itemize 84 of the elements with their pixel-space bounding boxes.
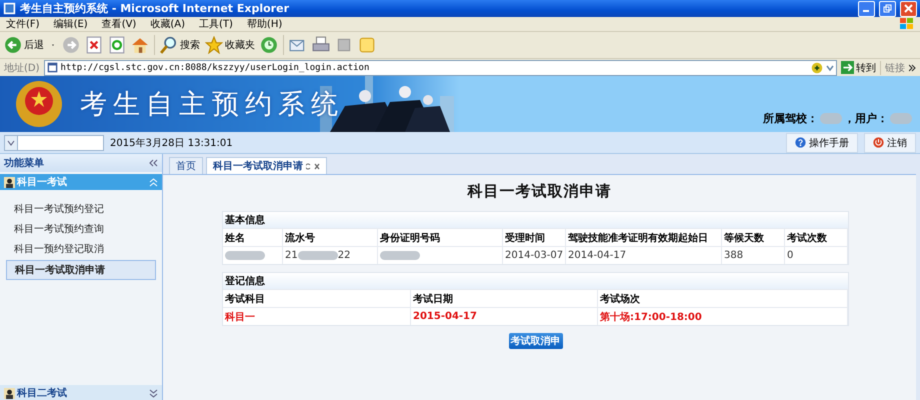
sidebar-item[interactable]: 科目一考试预约登记 [6,200,156,218]
plus-icon[interactable] [811,62,823,74]
menu-item[interactable]: 文件(F) [6,17,40,31]
blurred-redaction [225,251,265,260]
dropdown-field[interactable] [4,134,104,150]
column-header: 姓名 [223,229,283,246]
power-icon [873,137,884,148]
collapse-icon[interactable] [149,159,158,167]
table-cell: 21 [285,250,298,261]
search-button[interactable]: 搜索 [160,36,200,54]
menu-item[interactable]: 编辑(E) [54,17,88,31]
column-header: 考试次数 [785,229,848,246]
address-field[interactable]: http://cgsl.stc.gov.cn:8088/kszzyy/userLogin_login.action [44,60,837,76]
system-title: 考生自主预约系统 [80,88,344,122]
section-title: 登记信息 [223,273,848,289]
restore-button[interactable] [879,0,896,16]
table-cell: 22 [338,250,350,261]
links-label[interactable]: 链接 [885,60,905,74]
refresh-icon[interactable] [108,36,126,54]
column-header: 等候天数 [722,229,785,246]
menu-item[interactable]: 工具(T) [199,17,233,31]
stop-icon[interactable] [85,36,103,54]
column-header: 受理时间 [503,229,566,246]
menu-item[interactable]: 帮助(H) [246,17,282,31]
blurred-redaction [298,251,338,260]
app-icon [3,2,16,15]
expand-icon[interactable] [149,388,158,398]
blurred-redaction [380,251,420,260]
person-icon [4,388,15,398]
column-header: 考试日期 [411,290,598,307]
back-button[interactable]: 后退 [4,36,44,54]
star-icon [205,36,223,54]
blurred-redaction [890,113,912,124]
emblem-icon [14,79,64,129]
home-icon[interactable] [131,36,149,54]
person-icon [4,176,15,188]
windows-flag-icon [900,18,914,30]
table-cell: 2015-04-17 [413,311,477,322]
table-cell: 0 [787,250,794,261]
favorites-button[interactable]: 收藏夹 [205,36,255,54]
menu-group-header[interactable]: 科目二考试 [0,385,162,400]
address-label: 地址(D) [4,62,40,74]
school-label: 所属驾校： [763,111,818,126]
menu-item[interactable]: 查看(V) [102,17,136,31]
restore-icon [883,4,892,13]
edit-icon[interactable] [335,36,353,54]
help-button[interactable]: 操作手册 [786,132,858,152]
close-icon [904,4,913,13]
table-cell: 2014-04-17 [568,250,626,261]
blurred-redaction [820,113,842,124]
tab[interactable]: 首页 [169,157,203,174]
table-cell: 388 [724,250,744,261]
sidebar-item[interactable]: 科目一考试预约查询 [6,220,156,238]
column-header: 身份证明号码 [378,229,503,246]
history-icon[interactable] [260,36,278,54]
column-header: 考试场次 [598,290,848,307]
column-header: 驾驶技能准考证明有效期起始日 [566,229,722,246]
printer-icon[interactable] [312,36,330,54]
sidebar-item[interactable]: 科目一考试取消申请 [6,260,156,280]
column-header: 考试科目 [223,290,411,307]
chevron-icon[interactable] [909,64,916,72]
cancel-request-button[interactable]: 考试取消申 [508,333,562,349]
window-title: 考生自主预约系统 - Microsoft Internet Explorer [20,1,290,16]
column-header: 流水号 [283,229,378,246]
form-title: 科目一考试取消申请 [468,182,612,201]
logout-button[interactable]: 注销 [864,132,916,152]
sidebar-item[interactable]: 科目一预约登记取消 [6,240,156,258]
go-button[interactable]: 转到 [841,60,876,74]
user-label: ，用户： [844,111,888,126]
close-button[interactable] [900,0,917,16]
minimize-button[interactable] [858,0,875,16]
page-icon [46,62,58,73]
section-title: 基本信息 [223,212,848,228]
refresh-close-icon[interactable] [306,162,320,170]
help-icon [795,137,806,148]
table-cell: 2014-03-07 [505,250,564,261]
search-icon [160,36,178,54]
sidebar-title: 功能菜单 [4,156,44,170]
tab[interactable]: 科目一考试取消申请 [206,157,327,174]
arrow-icon [841,61,854,74]
menu-item[interactable]: 收藏(A) [150,17,185,31]
datetime-label: 2015年3月28日 13:31:01 [110,136,234,150]
table-cell-text: 科目一 [225,310,255,324]
table-cell-text: 第十场:17:00-18:00 [600,310,702,324]
